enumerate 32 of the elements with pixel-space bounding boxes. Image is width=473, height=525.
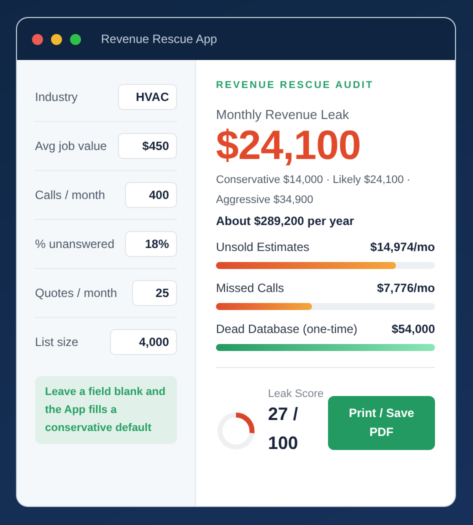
- score-label: Leak Score: [268, 388, 325, 400]
- leak-label: Monthly Revenue Leak: [216, 107, 350, 122]
- annual-total: About $289,200 per year: [216, 214, 356, 228]
- input-field[interactable]: 4,000: [110, 329, 177, 355]
- input-field[interactable]: 25: [132, 280, 177, 306]
- section-heading: REVENUE RESCUE AUDIT: [216, 80, 375, 91]
- maximize-icon[interactable]: [70, 34, 81, 44]
- field-label: % unanswered: [35, 237, 114, 251]
- leak-item-label: Missed Calls: [216, 281, 284, 295]
- field-label: List size: [35, 335, 78, 349]
- leak-amount: $24,100: [216, 122, 362, 168]
- leak-item-amount: $14,974/mo: [370, 240, 435, 254]
- input-field[interactable]: $450: [118, 133, 177, 159]
- field-label: Avg job value: [35, 139, 107, 153]
- input-field[interactable]: 18%: [125, 231, 177, 257]
- score-ring-icon: [216, 411, 256, 451]
- close-icon[interactable]: [32, 34, 43, 44]
- leak-item-label: Dead Database (one-time): [216, 322, 358, 336]
- leak-item-label: Unsold Estimates: [216, 240, 310, 254]
- input-field[interactable]: HVAC: [118, 84, 177, 110]
- leak-item-amount: $7,776/mo: [376, 281, 435, 295]
- range-text: Conservative $14,000 · Likely $24,100 · Aggressive $34,900: [216, 173, 412, 208]
- score-value: 27 / 100: [268, 403, 300, 455]
- window-title: Revenue Rescue App: [101, 32, 218, 46]
- input-field[interactable]: 400: [125, 182, 177, 208]
- leak-item-amount: $54,000: [392, 322, 435, 336]
- hint-note: Leave a field blank and the App fills a conservative default: [35, 376, 177, 444]
- print-button[interactable]: Print / Save PDF: [328, 396, 435, 450]
- field-label: Calls / month: [35, 188, 106, 202]
- field-label: Industry: [35, 90, 78, 104]
- field-label: Quotes / month: [35, 286, 118, 300]
- minimize-icon[interactable]: [51, 34, 62, 44]
